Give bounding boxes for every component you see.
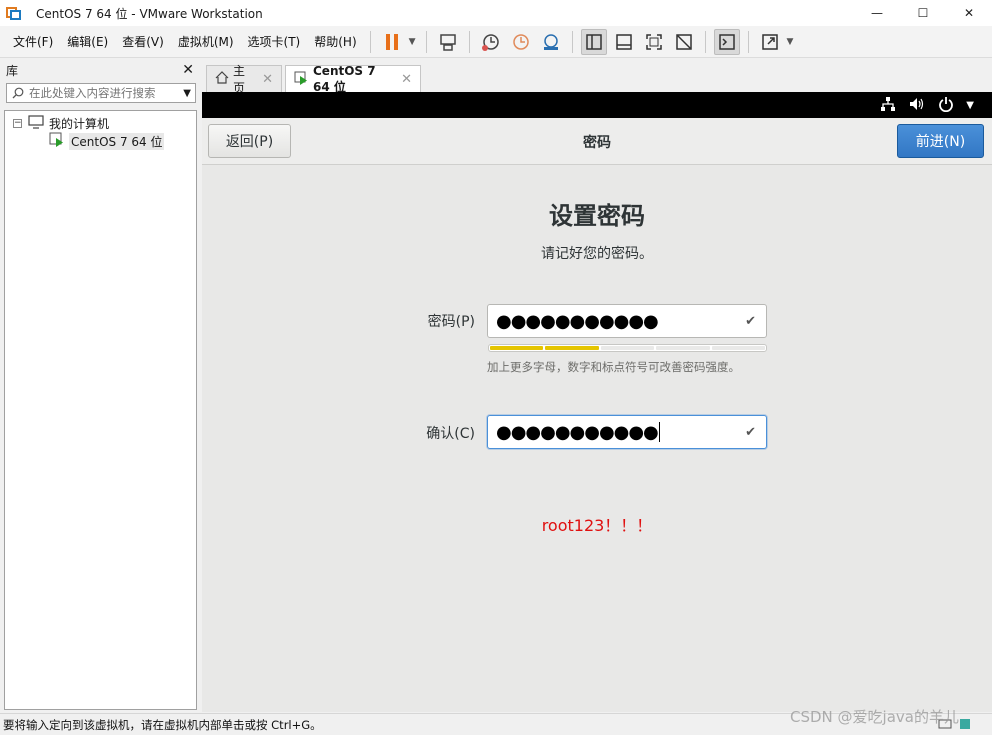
revert-snapshot-icon[interactable]: [508, 29, 534, 55]
tab-label: 主页: [233, 64, 246, 95]
strength-segment: [545, 346, 599, 350]
close-icon[interactable]: ✕: [401, 72, 412, 87]
computer-icon: [28, 114, 44, 132]
fullscreen-icon[interactable]: [641, 29, 667, 55]
text-caret: [658, 422, 660, 442]
collapse-toggle[interactable]: −: [13, 118, 22, 128]
vm-running-icon: [294, 71, 309, 89]
watermark-text: CSDN @爱吃java的羊儿: [790, 708, 959, 726]
search-icon: [7, 87, 29, 99]
close-icon[interactable]: ✕: [262, 72, 273, 87]
maximize-button[interactable]: ☐: [900, 0, 946, 26]
library-panel: 库 ✕ ▼ − 我的计算机 CentOS 7 64 位: [0, 59, 200, 713]
power-icon[interactable]: [938, 96, 954, 115]
tab-centos-vm[interactable]: CentOS 7 64 位 ✕: [285, 64, 421, 94]
unity-icon[interactable]: [671, 29, 697, 55]
toolbar-divider: [704, 30, 706, 53]
snapshot-manager-icon[interactable]: [538, 29, 564, 55]
password-label: 密码(P): [427, 314, 475, 330]
search-input[interactable]: [29, 86, 177, 100]
console-icon[interactable]: [713, 28, 740, 55]
toolbar-divider: [747, 30, 749, 53]
library-search: ▼: [6, 83, 196, 103]
home-icon: [215, 71, 229, 87]
menu-tabs[interactable]: 选项卡(T): [241, 31, 308, 53]
tab-label: CentOS 7 64 位: [313, 64, 376, 94]
section-heading: 设置密码: [549, 202, 645, 230]
tree-item-my-computer[interactable]: − 我的计算机: [13, 114, 109, 132]
vm-system-tray: ▼: [880, 96, 974, 115]
volume-icon[interactable]: [908, 96, 926, 115]
next-button[interactable]: 前进(N): [897, 124, 984, 158]
password-strength-bar: [488, 344, 767, 352]
chevron-down-icon[interactable]: ▼: [787, 37, 794, 47]
stretch-icon[interactable]: [757, 29, 783, 55]
page-title: 密码: [583, 135, 611, 151]
menu-toolbar: 文件(F) 编辑(E) 查看(V) 虚拟机(M) 选项卡(T) 帮助(H) ▼ …: [0, 26, 992, 58]
tree-item-centos-vm[interactable]: CentOS 7 64 位: [49, 132, 165, 151]
confirm-password-field[interactable]: ●●●●●●●●●●● ✔: [487, 415, 767, 449]
library-header: 库 ✕: [0, 59, 200, 81]
strength-segment: [490, 346, 544, 350]
window-title: CentOS 7 64 位 - VMware Workstation: [36, 6, 263, 21]
confirm-label: 确认(C): [426, 426, 475, 442]
snapshot-icon[interactable]: [478, 29, 504, 55]
password-value: ●●●●●●●●●●●: [496, 310, 659, 332]
minimize-button[interactable]: —: [854, 0, 900, 26]
vm-running-icon: [49, 132, 65, 151]
confirm-value: ●●●●●●●●●●●: [496, 421, 659, 443]
password-field[interactable]: ●●●●●●●●●●● ✔: [487, 304, 767, 338]
menu-file[interactable]: 文件(F): [6, 31, 60, 53]
close-button[interactable]: ✕: [946, 0, 992, 26]
menu-vm[interactable]: 虚拟机(M): [171, 31, 241, 53]
tree-item-label: 我的计算机: [49, 116, 110, 131]
chevron-down-icon[interactable]: ▼: [966, 100, 974, 111]
library-view-icon[interactable]: [580, 28, 607, 55]
vmware-logo-icon: [6, 5, 22, 21]
tab-strip: 主页 ✕ CentOS 7 64 位 ✕: [202, 59, 992, 95]
toolbar-divider: [468, 30, 470, 53]
chevron-down-icon[interactable]: ▼: [183, 88, 191, 99]
strength-segment: [600, 346, 655, 350]
tree-item-label: CentOS 7 64 位: [69, 132, 165, 150]
thumbnail-view-icon[interactable]: [611, 29, 637, 55]
menu-help[interactable]: 帮助(H): [307, 31, 363, 53]
strength-segment: [656, 346, 710, 350]
check-icon: ✔: [745, 425, 756, 440]
chevron-down-icon[interactable]: ▼: [409, 37, 416, 47]
status-text: 要将输入定向到该虚拟机，请在虚拟机内部单击或按 Ctrl+G。: [3, 717, 322, 732]
installer-header: 返回(P) 密码 前进(N): [202, 118, 992, 165]
menu-view[interactable]: 查看(V): [115, 31, 171, 53]
network-adapter-icon[interactable]: [958, 717, 972, 734]
annotation-text: root123！！！: [541, 516, 653, 535]
pause-icon[interactable]: [379, 29, 405, 55]
section-subheading: 请记好您的密码。: [541, 246, 653, 262]
vm-display[interactable]: 返回(P) 密码 前进(N) 设置密码 请记好您的密码。 密码(P) ●●●●●…: [202, 118, 992, 712]
menu-edit[interactable]: 编辑(E): [60, 31, 115, 53]
network-icon[interactable]: [880, 96, 896, 115]
tab-home[interactable]: 主页 ✕: [206, 64, 282, 95]
strength-segment: [711, 346, 766, 350]
library-title: 库: [6, 63, 19, 78]
toolbar-divider: [369, 30, 371, 53]
toolbar-divider: [425, 30, 427, 53]
toolbar-divider: [571, 30, 573, 53]
send-ctrl-alt-del-icon[interactable]: [435, 29, 461, 55]
title-bar: CentOS 7 64 位 - VMware Workstation — ☐ ✕: [0, 0, 992, 26]
library-tree: − 我的计算机 CentOS 7 64 位: [4, 110, 197, 710]
strength-hint: 加上更多字母，数字和标点符号可改善密码强度。: [487, 360, 740, 374]
vm-top-bar: ▼: [202, 92, 992, 118]
check-icon: ✔: [745, 314, 756, 329]
close-icon[interactable]: ✕: [182, 62, 194, 78]
window-controls: — ☐ ✕: [854, 0, 992, 26]
